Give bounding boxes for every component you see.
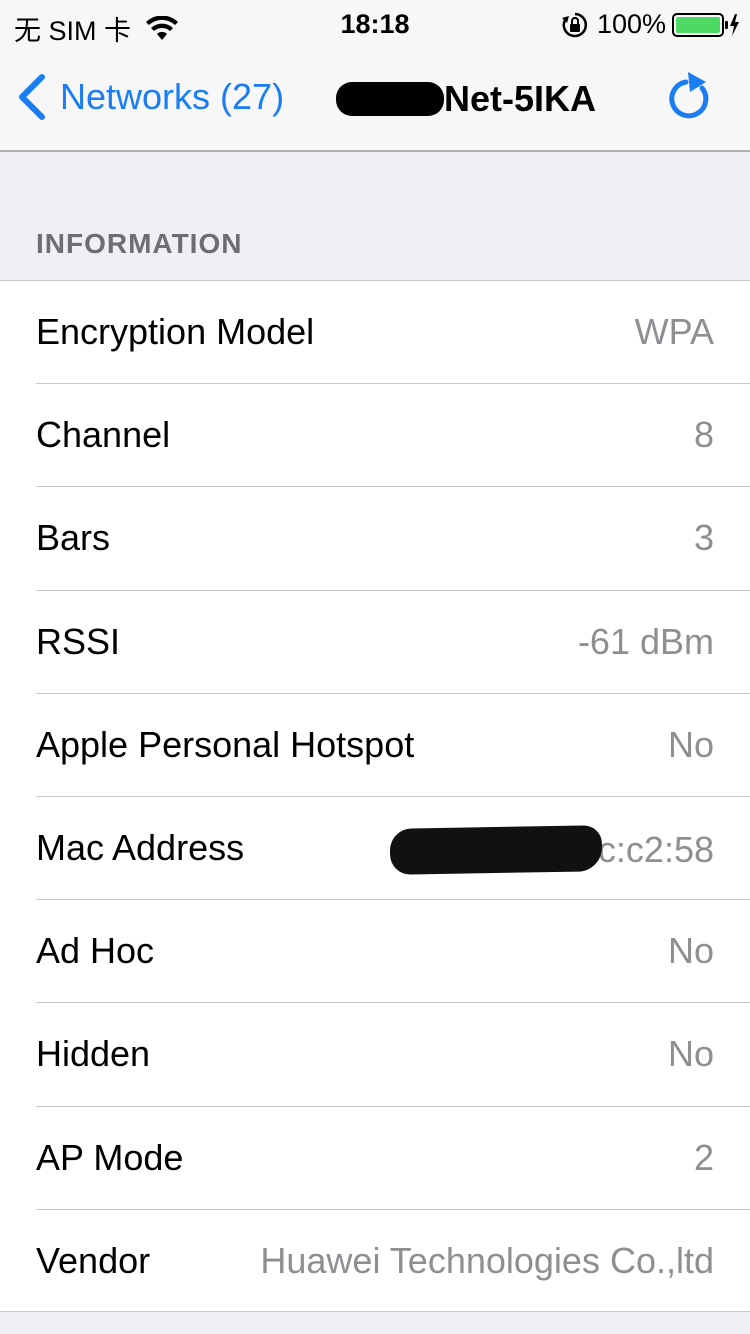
row-label: Channel: [36, 414, 171, 456]
table-row: Channel 8: [0, 384, 750, 488]
row-label: RSSI: [36, 620, 121, 662]
row-value: 2: [693, 1136, 714, 1178]
row-label: Apple Personal Hotspot: [36, 723, 415, 765]
table-row: Mac Address c:c2:58: [0, 797, 750, 901]
charging-bolt-icon: [730, 13, 739, 36]
row-label: Mac Address: [36, 826, 245, 868]
table-row: Bars 3: [0, 487, 750, 591]
refresh-button[interactable]: [666, 70, 716, 126]
redaction-mark: [336, 82, 444, 116]
refresh-icon: [669, 72, 709, 119]
chevron-left-icon: [16, 74, 46, 120]
back-label: Networks (27): [60, 76, 285, 117]
orientation-lock-icon: [561, 11, 589, 39]
row-value: WPA: [634, 311, 714, 352]
battery-icon: [672, 12, 740, 38]
row-label: Encryption Model: [36, 311, 315, 352]
status-right: 100%: [561, 9, 740, 40]
redaction-mark: [389, 825, 603, 875]
row-value: No: [667, 930, 714, 972]
row-label: Bars: [36, 517, 111, 559]
table-row: Hidden No: [0, 1003, 750, 1107]
row-label: Vendor: [36, 1239, 151, 1281]
row-value: 3: [693, 517, 714, 559]
back-button[interactable]: Networks (27): [16, 74, 284, 120]
status-bar: 无 SIM 卡 18:18 100%: [0, 0, 750, 48]
navigation-bar: Networks (27) Net-5IKA: [0, 48, 750, 152]
row-value: c:c2:58: [597, 828, 714, 870]
mac-address-value: c:c2:58: [389, 825, 714, 875]
row-label: Ad Hoc: [36, 930, 155, 972]
row-value: No: [667, 723, 714, 765]
table-row: Encryption Model WPA: [0, 281, 750, 385]
information-table: Encryption Model WPA Channel 8 Bars 3 RS…: [0, 280, 750, 1312]
row-value: Huawei Technologies Co.,ltd: [260, 1239, 714, 1281]
row-label: Hidden: [36, 1033, 151, 1075]
table-row: Ad Hoc No: [0, 900, 750, 1004]
table-row: RSSI -61 dBm: [0, 591, 750, 694]
section-spacing: [0, 152, 750, 280]
table-row: AP Mode 2: [0, 1107, 750, 1210]
row-value: 8: [693, 414, 714, 456]
row-value: No: [667, 1033, 714, 1075]
section-header: INFORMATION: [36, 228, 243, 259]
page-title: Net-5IKA: [336, 78, 596, 120]
table-row: Vendor Huawei Technologies Co.,ltd: [0, 1210, 750, 1313]
battery-percent: 100%: [596, 9, 666, 39]
row-label: AP Mode: [36, 1136, 184, 1178]
table-row: Apple Personal Hotspot No: [0, 694, 750, 797]
title-text: Net-5IKA: [444, 78, 597, 119]
row-value: -61 dBm: [577, 620, 714, 662]
